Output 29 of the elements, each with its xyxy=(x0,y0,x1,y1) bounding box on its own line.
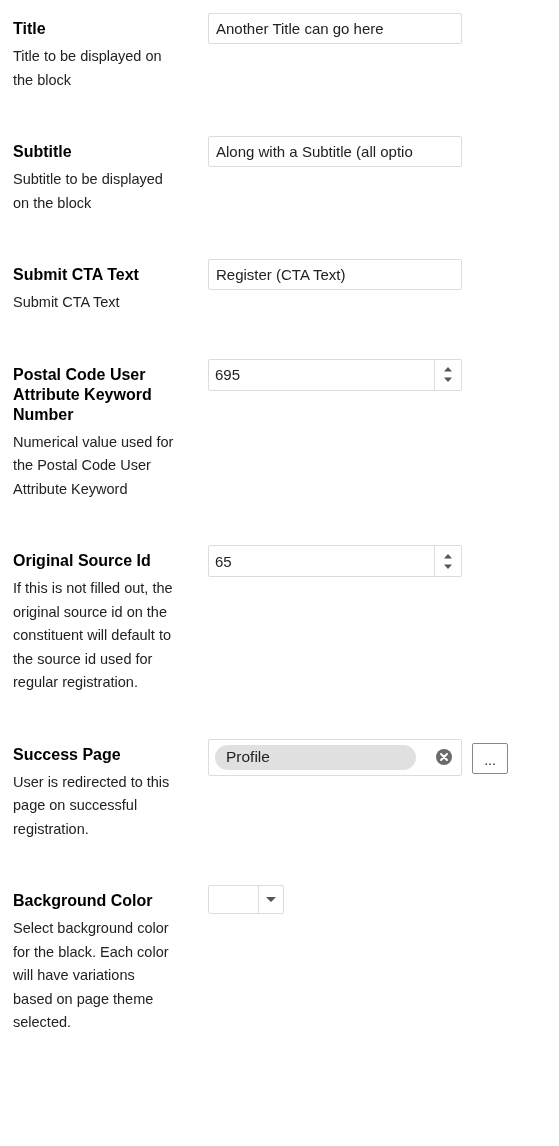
field-description: Subtitle to be displayed on the block xyxy=(13,170,164,213)
decrement-icon[interactable] xyxy=(443,377,453,383)
text-field[interactable]: Register (CTA Text) xyxy=(208,259,462,290)
field-description: Submit CTA Text xyxy=(13,293,121,312)
field-description: Numerical value used for the Postal Code User Attribute Keyword xyxy=(13,432,175,499)
color-dropdown[interactable] xyxy=(208,885,284,914)
clear-icon[interactable] xyxy=(436,749,452,765)
number-field[interactable]: 65 xyxy=(208,545,462,577)
field-label: Subtitle xyxy=(13,142,73,162)
decrement-icon[interactable] xyxy=(443,563,453,570)
field-description: Title to be displayed on the block xyxy=(13,47,163,90)
field-label: Original Source Id xyxy=(13,551,152,571)
text-field[interactable]: Along with a Subtitle (all optio xyxy=(208,136,462,167)
page-picker[interactable]: Profile xyxy=(208,738,462,776)
caret-icon xyxy=(266,897,276,902)
increment-icon[interactable] xyxy=(443,552,453,559)
field-label: Title xyxy=(13,19,47,39)
field-label: Success Page xyxy=(13,744,122,765)
number-field[interactable]: 695 xyxy=(208,358,462,391)
increment-icon[interactable] xyxy=(443,366,453,372)
field-description: Select background color for the black. Each color will have variations based on page theme selected. xyxy=(13,919,170,1032)
browse-button[interactable]: ... xyxy=(472,742,508,774)
field-label: Submit CTA Text xyxy=(13,265,140,285)
page-chip: Profile xyxy=(215,744,416,770)
field-label: Background Color xyxy=(13,891,154,911)
field-description: If this is not filled out, the original source id on the constituent will default to the source id used for regular registration. xyxy=(13,579,174,692)
field-label: Postal Code User Attribute Keyword Number xyxy=(13,364,153,425)
field-description: User is redirected to this page on successful registration. xyxy=(13,772,171,839)
text-field[interactable]: Another Title can go here xyxy=(208,13,462,44)
